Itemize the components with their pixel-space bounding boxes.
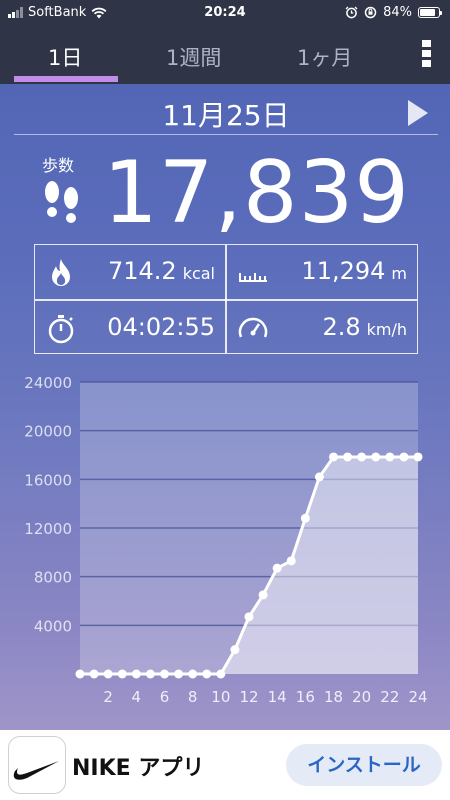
hourly-steps-chart: 40008000120001600020000240002 4 6 8 10 12 14 16… [24, 374, 427, 706]
ad-banner[interactable]: NIKE アプリ インストール [0, 730, 450, 800]
data-point [272, 563, 282, 573]
ruler-icon [239, 273, 267, 282]
x-tick-label: 18 [324, 688, 343, 706]
y-tick-label: 8000 [34, 569, 72, 587]
data-point [230, 645, 240, 655]
data-point [413, 452, 423, 462]
speedometer-icon [238, 317, 268, 338]
data-point [258, 590, 268, 600]
steps-count: 17,839 [103, 143, 410, 243]
x-tick-label: 12 [239, 688, 258, 706]
data-point [216, 669, 226, 679]
tab-day[interactable]: 1日 [48, 42, 82, 72]
battery-percentage: 84% [383, 5, 412, 20]
steps-label: 歩数 [42, 156, 75, 175]
y-tick-label: 12000 [24, 520, 72, 538]
distance-value: 11,294 [301, 257, 386, 285]
rotation-lock-icon [364, 6, 377, 19]
y-tick-label: 24000 [24, 374, 72, 392]
y-tick-label: 16000 [24, 471, 72, 489]
ad-app-name: NIKE アプリ [72, 756, 205, 781]
calories-value: 714.2 [107, 257, 177, 285]
nike-logo [8, 736, 66, 794]
footprints-icon [45, 181, 78, 223]
data-point [399, 452, 409, 462]
data-point [75, 669, 85, 679]
data-point [329, 452, 338, 462]
speed-unit: km/h [366, 320, 407, 339]
data-point [103, 669, 113, 679]
current-date: 11月25日 [162, 99, 290, 132]
stats-grid: 714.2 kcal 11,294 m 04:02:55 2.8 km/h [34, 244, 418, 354]
data-point [131, 669, 141, 679]
period-tab-bar: 1日 1週間 1ヶ月 [0, 28, 450, 84]
x-tick-label: 8 [188, 688, 198, 706]
distance-unit: m [391, 264, 407, 283]
x-tick-label: 24 [408, 688, 427, 706]
x-tick-label: 2 [103, 688, 113, 706]
data-point [371, 452, 381, 462]
more-menu-icon[interactable] [422, 40, 432, 70]
swoosh-icon [13, 761, 59, 780]
active-tab-indicator [14, 76, 118, 82]
x-tick-label: 16 [296, 688, 315, 706]
x-tick-label: 14 [268, 688, 287, 706]
speed-value: 2.8 [322, 313, 361, 341]
install-button[interactable]: インストール [286, 744, 442, 786]
stopwatch-icon [48, 315, 74, 344]
data-point [188, 669, 198, 679]
calories-unit: kcal [182, 264, 215, 283]
tab-week[interactable]: 1週間 [166, 42, 221, 72]
y-tick-label: 20000 [24, 423, 72, 441]
data-point [300, 513, 310, 523]
data-point [145, 669, 155, 679]
data-point [385, 452, 395, 462]
alarm-icon [345, 6, 358, 19]
x-tick-label: 22 [380, 688, 399, 706]
date-header: 11月25日 [14, 90, 438, 135]
data-point [244, 612, 254, 622]
tab-month[interactable]: 1ヶ月 [297, 42, 352, 72]
data-point [357, 452, 367, 462]
x-tick-label: 20 [352, 688, 371, 706]
calories-cell: 714.2 kcal [35, 245, 225, 299]
data-point [286, 556, 296, 566]
y-tick-label: 4000 [34, 617, 72, 635]
x-tick-label: 6 [160, 688, 170, 706]
battery-icon [418, 7, 442, 18]
next-day-arrow-icon[interactable] [408, 100, 428, 126]
status-bar: SoftBank 20:24 84% [0, 0, 450, 28]
speed-cell: 2.8 km/h [227, 301, 417, 355]
data-point [314, 472, 324, 482]
flame-icon [52, 259, 70, 286]
data-point [117, 669, 127, 679]
x-tick-label: 10 [211, 688, 230, 706]
x-tick-label: 4 [132, 688, 142, 706]
distance-cell: 11,294 m [227, 245, 417, 299]
data-point [160, 669, 169, 679]
duration-cell: 04:02:55 [35, 301, 225, 355]
duration-value: 04:02:55 [107, 313, 215, 341]
data-point [343, 452, 353, 462]
data-point [174, 669, 184, 679]
data-point [202, 669, 212, 679]
data-point [89, 669, 99, 679]
